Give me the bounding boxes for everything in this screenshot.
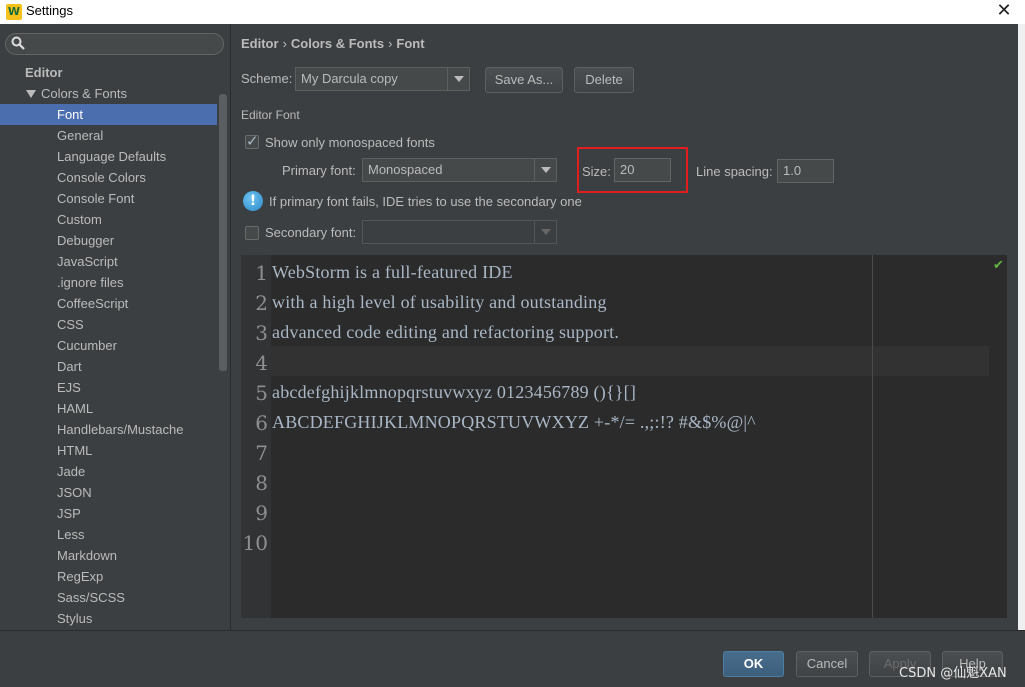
sidebar-item-javascript[interactable]: JavaScript: [0, 251, 217, 272]
settings-sidebar: Editor Colors & Fonts Font General Languag…: [0, 24, 231, 630]
dialog-button-bar: OK Cancel Apply Help CSDN @仙魁XAN: [0, 630, 1025, 687]
sidebar-item-debugger[interactable]: Debugger: [0, 230, 217, 251]
sidebar-item-jade[interactable]: Jade: [0, 461, 217, 482]
sidebar-item-html[interactable]: HTML: [0, 440, 217, 461]
sidebar-item-handlebars-mustache[interactable]: Handlebars/Mustache: [0, 419, 217, 440]
monospaced-only-label: Show only monospaced fonts: [265, 135, 435, 150]
save-as-button[interactable]: Save As...: [485, 67, 563, 93]
sidebar-item-dart[interactable]: Dart: [0, 356, 217, 377]
checkmark-icon: ✔: [993, 258, 1004, 273]
line-number: 8: [255, 471, 268, 495]
secondary-font-select[interactable]: [362, 220, 557, 244]
editor-font-section-title: Editor Font: [241, 108, 300, 122]
tree-group-colors-fonts[interactable]: Colors & Fonts: [0, 83, 217, 104]
breadcrumb-separator: ›: [388, 36, 393, 51]
title-bar: W Settings ✕: [0, 0, 1025, 24]
sidebar-item-markdown[interactable]: Markdown: [0, 545, 217, 566]
sidebar-item-less[interactable]: Less: [0, 524, 217, 545]
size-highlight-annotation: [577, 147, 688, 193]
line-number: 2: [255, 291, 268, 315]
font-preview-editor[interactable]: 1 WebStorm is a full-featured IDE 2 with a …: [241, 255, 1007, 618]
line-number: 1: [255, 261, 268, 285]
sidebar-item-language-defaults[interactable]: Language Defaults: [0, 146, 217, 167]
caret-row-highlight: [271, 346, 989, 376]
ok-button[interactable]: OK: [723, 651, 784, 677]
line-number: 9: [255, 501, 268, 525]
expand-triangle-icon[interactable]: [26, 90, 36, 98]
secondary-font-checkbox[interactable]: [245, 226, 259, 240]
sidebar-item-jsp[interactable]: JSP: [0, 503, 217, 524]
background-window-edge: [1018, 24, 1025, 630]
font-settings-panel: Editor › Colors & Fonts › Font Scheme: My Da…: [232, 24, 1025, 630]
secondary-font-label: Secondary font:: [265, 225, 357, 240]
sidebar-item-cucumber[interactable]: Cucumber: [0, 335, 217, 356]
sidebar-item-coffeescript[interactable]: CoffeeScript: [0, 293, 217, 314]
delete-button[interactable]: Delete: [574, 67, 634, 93]
primary-font-value: Monospaced: [368, 162, 443, 177]
sidebar-item-console-colors[interactable]: Console Colors: [0, 167, 217, 188]
line-number: 4: [255, 351, 268, 375]
secondary-font-info: If primary font fails, IDE tries to use …: [269, 194, 582, 209]
primary-font-select[interactable]: Monospaced: [362, 158, 557, 182]
info-icon: !: [243, 191, 263, 211]
monospaced-only-checkbox[interactable]: [245, 132, 259, 150]
breadcrumb-colors-fonts: Colors & Fonts: [290, 36, 385, 51]
breadcrumb-editor: Editor: [241, 36, 279, 51]
sidebar-item-ignore-files[interactable]: .ignore files: [0, 272, 217, 293]
window-title: Settings: [26, 3, 73, 18]
breadcrumb: Editor › Colors & Fonts › Font: [241, 36, 425, 51]
sidebar-item-sass-scss[interactable]: Sass/SCSS: [0, 587, 217, 608]
preview-code-line: WebStorm is a full-featured IDE: [272, 262, 513, 282]
scheme-label: Scheme:: [241, 71, 293, 86]
scheme-select[interactable]: My Darcula copy: [295, 67, 470, 91]
settings-window: W Settings ✕ Editor Colors & Fonts Font G…: [0, 0, 1025, 687]
settings-search-input[interactable]: [5, 33, 224, 55]
webstorm-logo-icon: W: [6, 4, 22, 20]
sidebar-item-haml[interactable]: HAML: [0, 398, 217, 419]
scheme-value: My Darcula copy: [301, 71, 398, 86]
chevron-down-icon[interactable]: [534, 159, 556, 181]
sidebar-item-ejs[interactable]: EJS: [0, 377, 217, 398]
right-margin-guide: [872, 255, 873, 618]
line-number: 10: [242, 531, 268, 555]
line-number: 5: [255, 381, 268, 405]
chevron-down-icon[interactable]: [447, 68, 469, 90]
cancel-button[interactable]: Cancel: [796, 651, 858, 677]
sidebar-item-stylus[interactable]: Stylus: [0, 608, 217, 629]
sidebar-item-font[interactable]: Font: [0, 104, 217, 125]
preview-code-line: abcdefghijklmnopqrstuvwxyz 0123456789 ()…: [272, 382, 637, 402]
sidebar-item-custom[interactable]: Custom: [0, 209, 217, 230]
chevron-down-icon[interactable]: [534, 221, 556, 243]
watermark-text: CSDN @仙魁XAN: [899, 666, 1007, 681]
breadcrumb-separator: ›: [282, 36, 287, 51]
sidebar-item-json[interactable]: JSON: [0, 482, 217, 503]
line-number: 3: [255, 321, 268, 345]
line-number: 6: [255, 411, 268, 435]
search-icon: [11, 36, 25, 50]
sidebar-item-css[interactable]: CSS: [0, 314, 217, 335]
preview-code-line: with a high level of usability and outst…: [272, 292, 607, 312]
primary-font-label: Primary font:: [282, 163, 356, 178]
preview-code-line: ABCDEFGHIJKLMNOPQRSTUVWXYZ +-*/= .,;:!? …: [272, 412, 756, 432]
line-number: 7: [255, 441, 268, 465]
close-icon[interactable]: ✕: [993, 0, 1015, 22]
tree-group-label: Colors & Fonts: [41, 86, 127, 101]
breadcrumb-font: Font: [396, 36, 425, 51]
sidebar-item-general[interactable]: General: [0, 125, 217, 146]
sidebar-scrollbar[interactable]: [219, 94, 227, 371]
line-spacing-label: Line spacing:: [696, 164, 773, 179]
line-spacing-input[interactable]: 1.0: [777, 159, 834, 183]
sidebar-item-regexp[interactable]: RegExp: [0, 566, 217, 587]
tree-root-editor[interactable]: Editor: [0, 62, 217, 83]
sidebar-item-console-font[interactable]: Console Font: [0, 188, 217, 209]
preview-code-line: advanced code editing and refactoring su…: [272, 322, 620, 342]
